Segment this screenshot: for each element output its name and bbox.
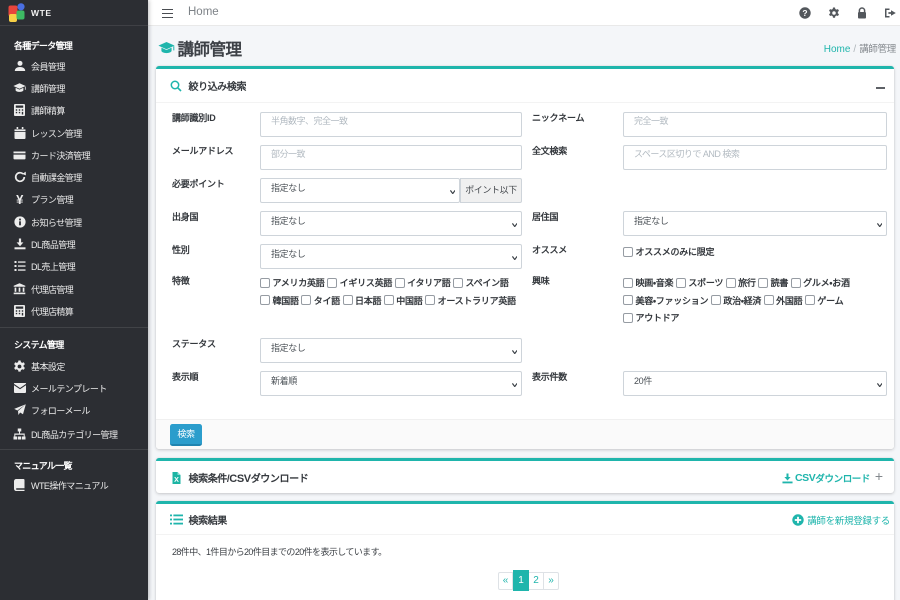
svg-text:?: ? <box>802 8 807 18</box>
